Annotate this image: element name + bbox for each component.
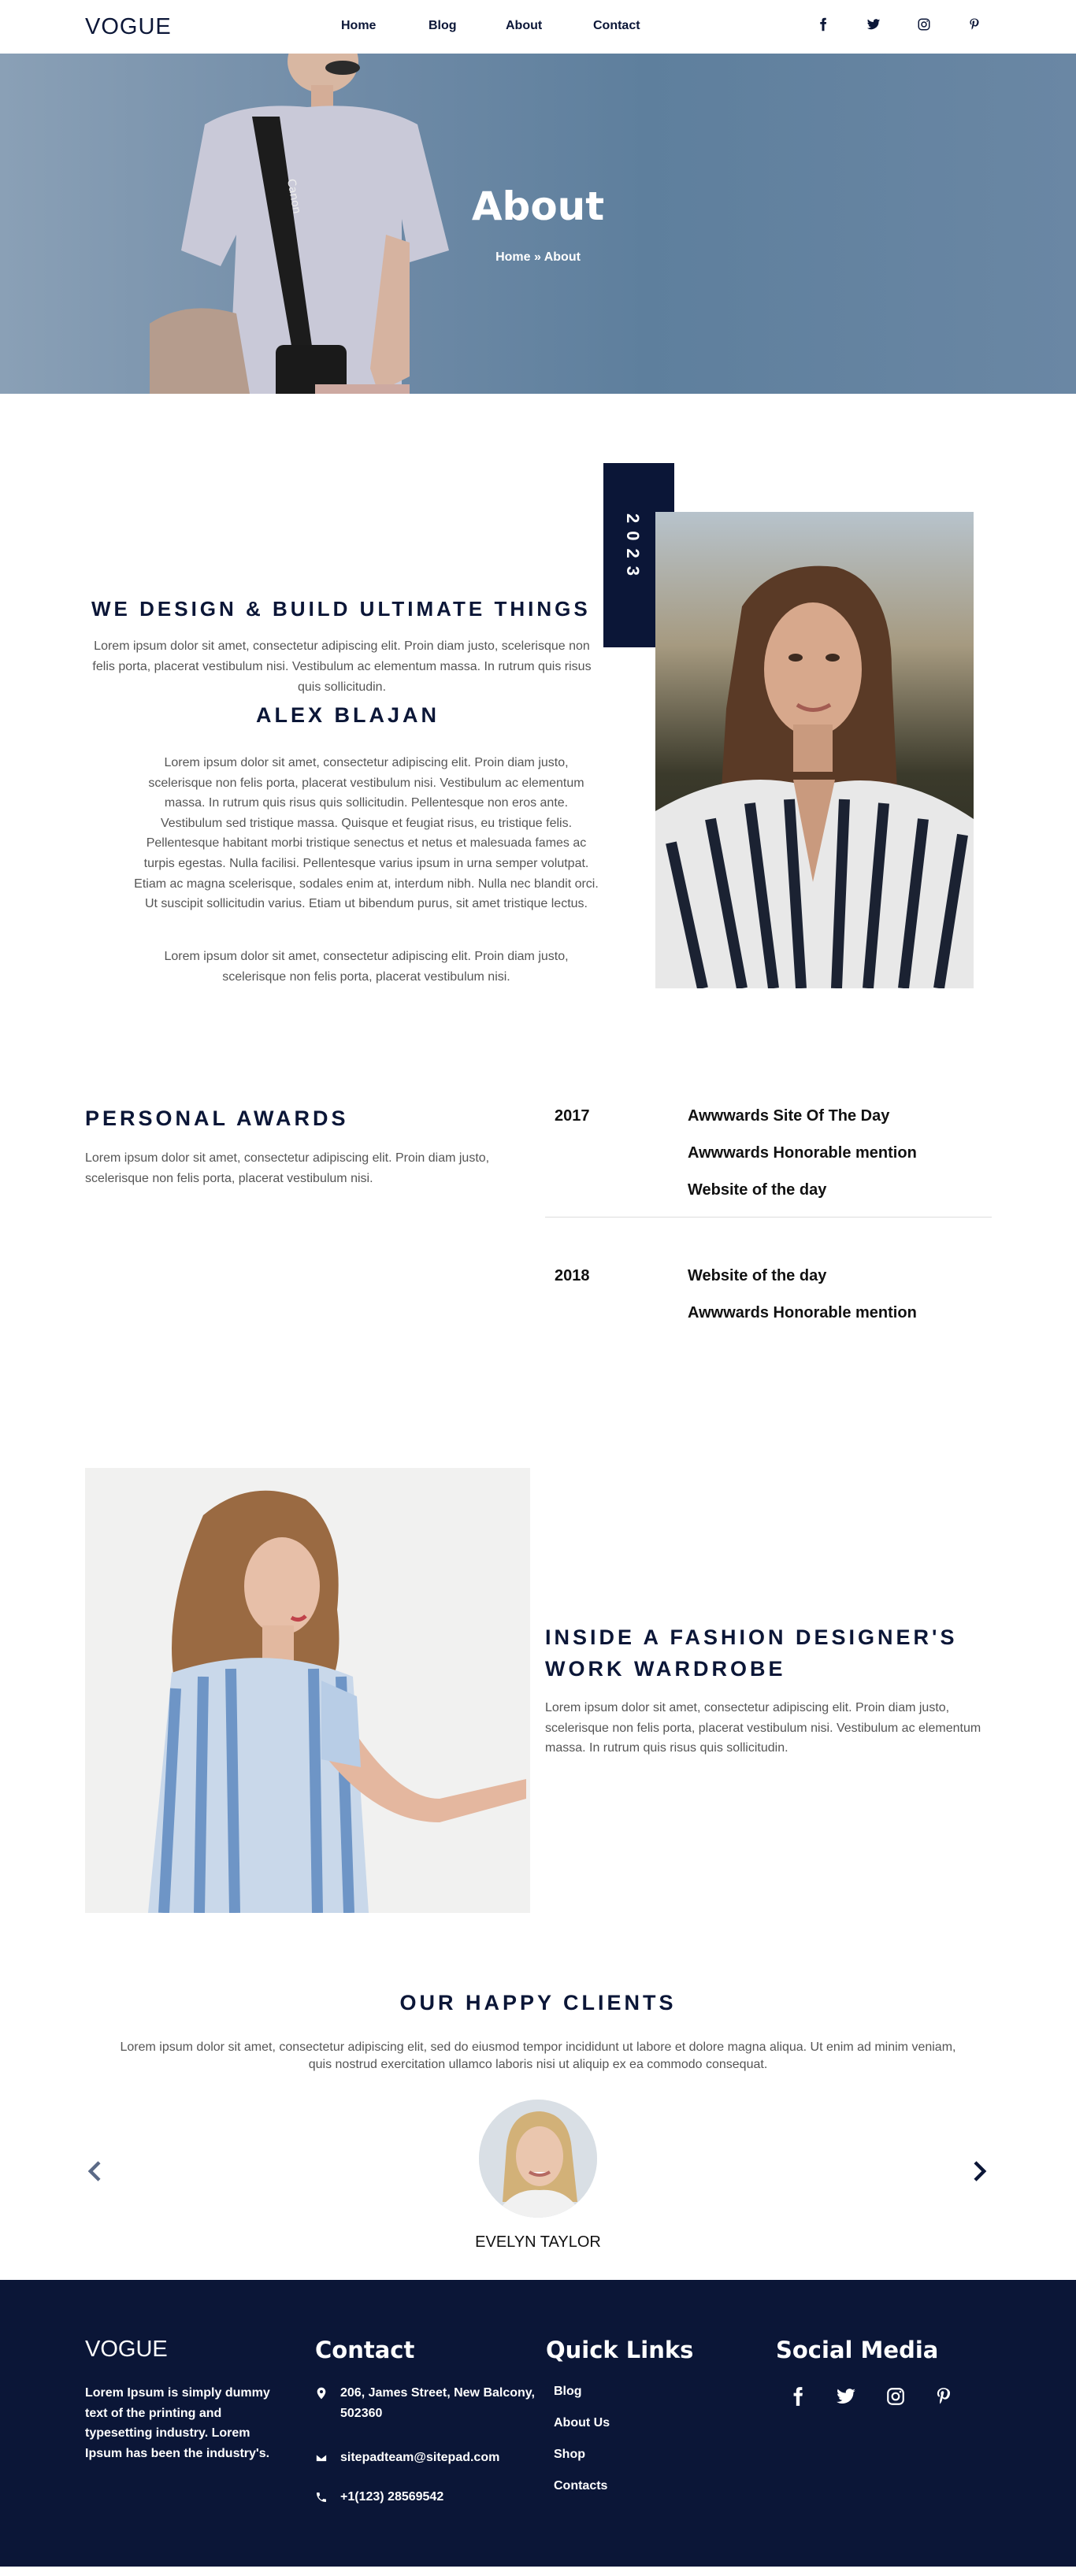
facebook-icon[interactable] (788, 2386, 808, 2407)
footer-quicklinks-heading: Quick Links (546, 2337, 694, 2363)
intro-heading: WE DESIGN & BUILD ULTIMATE THINGS (91, 597, 591, 621)
award-item: Awwwards Site Of The Day (688, 1107, 890, 1125)
fashion-photo-woman-striped-dress (85, 1468, 530, 1913)
client-avatar (479, 2100, 597, 2218)
footer-email-text[interactable]: sitepadteam@sitepad.com (340, 2448, 499, 2468)
footer-logo[interactable]: VOGUE (85, 2337, 168, 2363)
awards-heading: PERSONAL AWARDS (85, 1106, 349, 1130)
nav-about-link[interactable]: About (506, 19, 542, 33)
intro-section: WE DESIGN & BUILD ULTIMATE THINGS Lorem … (0, 394, 1076, 1071)
footer-link-contacts[interactable]: Contacts (554, 2479, 607, 2493)
clients-heading: OUR HAPPY CLIENTS (399, 1991, 677, 2014)
award-item: Website of the day (688, 1267, 827, 1284)
footer-address-text: 206, James Street, New Balcony, 502360 (340, 2386, 535, 2420)
author-bio: Lorem ipsum dolor sit amet, consectetur … (134, 756, 599, 911)
testimonial-text: Lorem ipsum dolor sit amet, consectetur … (120, 2040, 956, 2071)
footer-email[interactable]: sitepadteam@sitepad.com (315, 2448, 544, 2468)
designer-paragraph: Lorem ipsum dolor sit amet, consectetur … (545, 1701, 981, 1755)
hero-banner: Canon About Home » About (0, 54, 1076, 394)
portrait-photo-woman-striped-shirt (655, 512, 974, 988)
footer-about-text: Lorem Ipsum is simply dummy text of the … (85, 2386, 270, 2460)
nav-contact-link[interactable]: Contact (593, 19, 640, 33)
award-item: Awwwards Honorable mention (688, 1144, 917, 1162)
chevron-right-icon[interactable] (967, 2159, 991, 2183)
footer-link-shop[interactable]: Shop (554, 2448, 585, 2462)
footer-social-heading: Social Media (776, 2337, 939, 2363)
awards-divider (545, 1217, 992, 1218)
pinterest-icon[interactable] (967, 17, 981, 32)
pinterest-icon[interactable] (933, 2386, 954, 2407)
nav-home-link[interactable]: Home (341, 19, 376, 33)
footer-phone-text[interactable]: +1(123) 28569542 (340, 2487, 443, 2507)
footer-link-about-us[interactable]: About Us (554, 2416, 610, 2430)
client-name: EVELYN TAYLOR (475, 2233, 601, 2251)
footer-contact-heading: Contact (315, 2337, 415, 2363)
award-item: Website of the day (688, 1181, 827, 1199)
footer-link-blog[interactable]: Blog (554, 2385, 582, 2399)
twitter-icon[interactable] (836, 2386, 856, 2407)
top-navbar: VOGUE Home Blog About Contact (0, 0, 1076, 54)
instagram-icon[interactable] (917, 17, 931, 32)
award-year: 2018 (555, 1267, 590, 1284)
footer-address: 206, James Street, New Balcony, 502360 (315, 2383, 544, 2423)
nav-blog-link[interactable]: Blog (429, 19, 457, 33)
breadcrumb[interactable]: Home » About (0, 250, 1076, 265)
designer-section: INSIDE A FASHION DESIGNER'S WORK WARDROB… (0, 1468, 1076, 1958)
facebook-icon[interactable] (816, 17, 830, 32)
designer-heading: INSIDE A FASHION DESIGNER'S WORK WARDROB… (545, 1625, 958, 1681)
header-social-links (816, 17, 981, 32)
intro-paragraph: Lorem ipsum dolor sit amet, consectetur … (92, 639, 592, 694)
author-bio-short: Lorem ipsum dolor sit amet, consectetur … (164, 950, 569, 984)
twitter-icon[interactable] (866, 17, 881, 32)
site-logo[interactable]: VOGUE (85, 14, 172, 40)
awards-section: PERSONAL AWARDS Lorem ipsum dolor sit am… (0, 1071, 1076, 1468)
envelope-icon (315, 2453, 328, 2463)
instagram-icon[interactable] (885, 2386, 906, 2407)
awards-paragraph: Lorem ipsum dolor sit amet, consectetur … (85, 1151, 490, 1185)
award-item: Awwwards Honorable mention (688, 1304, 917, 1321)
award-year: 2017 (555, 1107, 590, 1125)
site-footer: VOGUE Lorem Ipsum is simply dummy text o… (0, 2280, 1076, 2567)
location-pin-icon (317, 2387, 326, 2400)
footer-phone[interactable]: +1(123) 28569542 (315, 2487, 544, 2507)
page-title: About (471, 183, 605, 229)
phone-icon (317, 2493, 326, 2502)
testimonials-section: OUR HAPPY CLIENTS Lorem ipsum dolor sit … (0, 1958, 1076, 2280)
author-name: ALEX BLAJAN (256, 703, 440, 727)
year-label: 2023 (623, 513, 643, 584)
chevron-left-icon[interactable] (83, 2159, 107, 2183)
